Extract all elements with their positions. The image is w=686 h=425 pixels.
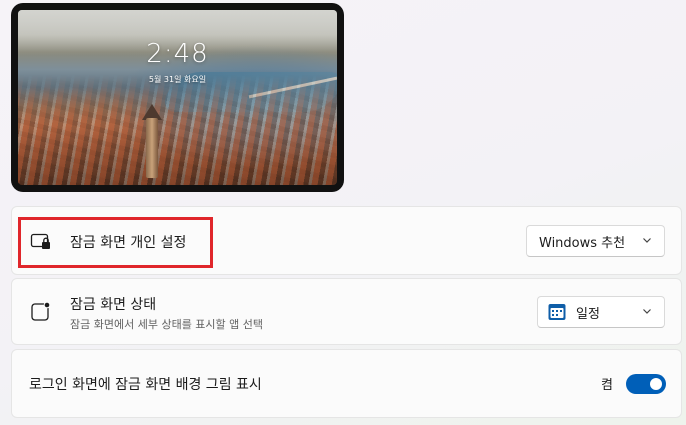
status-dropdown-value: 일정 [576,306,600,322]
toggle-state-label: 켬 [601,378,613,393]
toggle-knob [650,378,662,390]
status-subtitle: 잠금 화면에서 세부 상태를 표시할 앱 선택 [70,318,264,331]
status-title: 잠금 화면 상태 [70,297,157,313]
status-app-dropdown[interactable]: 일정 [537,296,665,328]
calendar-icon [548,304,566,320]
signin-background-title: 로그인 화면에 잠금 화면 배경 그림 표시 [29,377,262,393]
personalize-dropdown[interactable]: Windows 추천 [526,225,665,257]
chevron-down-icon [643,309,651,314]
preview-date: 5월 31일 화요일 [148,75,207,84]
highlight-box [18,217,213,268]
signin-background-toggle[interactable] [626,374,666,394]
personalize-dropdown-value: Windows 추천 [539,235,626,251]
lock-screen-preview: 2:48 5월 31일 화요일 [11,3,344,192]
preview-clock: 2:48 [146,39,209,69]
signin-background-row: 로그인 화면에 잠금 화면 배경 그림 표시 켬 [11,349,682,418]
status-badge-icon [31,301,51,321]
preview-wallpaper: 2:48 5월 31일 화요일 [18,10,337,185]
chevron-down-icon [643,238,651,243]
lock-screen-status-row: 잠금 화면 상태 잠금 화면에서 세부 상태를 표시할 앱 선택 일정 [11,278,682,345]
